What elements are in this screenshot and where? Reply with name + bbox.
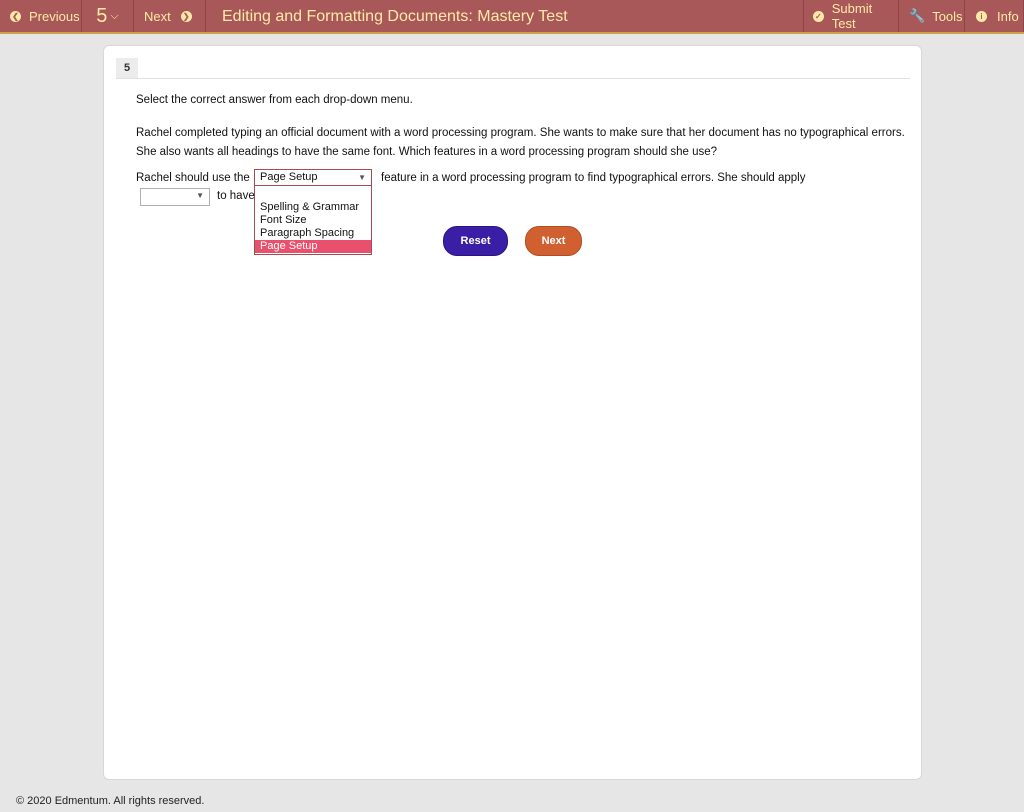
answer-sentence-tail: to have — [217, 190, 255, 202]
top-navigation-bar: ❮ Previous 5 ⌵ Next ❯ Editing and Format… — [0, 0, 1024, 34]
info-label: Info — [997, 8, 1019, 24]
test-title: Editing and Formatting Documents: Master… — [222, 8, 568, 25]
info-circle-icon: i — [976, 10, 987, 22]
chevron-right-circle-icon: ❯ — [180, 10, 192, 22]
chevron-down-icon: ⌵ — [110, 9, 119, 22]
check-circle-icon: ✓ — [813, 10, 824, 22]
question-number-selector[interactable]: 5 ⌵ — [82, 0, 134, 32]
dropdown-option-spelling-grammar[interactable]: Spelling & Grammar — [255, 201, 371, 214]
submit-label: Submit Test — [831, 1, 873, 31]
feature-dropdown-2[interactable]: ▼ — [140, 188, 210, 206]
reset-button[interactable]: Reset — [443, 226, 508, 256]
dropdown-arrow-icon: ▼ — [358, 173, 366, 182]
tab-divider — [116, 78, 910, 79]
question-text-line-1: Rachel completed typing an official docu… — [136, 127, 905, 139]
submit-test-button[interactable]: ✓ Submit Test — [803, 0, 899, 32]
previous-button[interactable]: ❮ Previous — [0, 0, 82, 32]
dropdown-arrow-icon: ▼ — [196, 191, 204, 200]
next-button[interactable]: Next — [525, 226, 582, 256]
question-tab[interactable]: 5 — [116, 58, 138, 78]
info-button[interactable]: i Info — [965, 0, 1024, 32]
previous-label: Previous — [29, 8, 80, 24]
feature-dropdown-1[interactable]: Page Setup ▼ — [254, 169, 372, 186]
answer-sentence-middle: feature in a word processing program to … — [381, 172, 806, 184]
question-number: 5 — [96, 4, 108, 27]
copyright-footer: © 2020 Edmentum. All rights reserved. — [16, 795, 205, 807]
tools-label: Tools — [932, 8, 963, 24]
next-question-button[interactable]: Next ❯ — [134, 0, 206, 32]
question-card: 5 Select the correct answer from each dr… — [103, 45, 922, 780]
answer-sentence-lead: Rachel should use the — [136, 172, 250, 184]
dropdown-option-font-size[interactable]: Font Size — [255, 214, 371, 227]
instruction-text: Select the correct answer from each drop… — [136, 94, 413, 106]
wrench-icon: 🔧 — [909, 8, 926, 23]
next-label: Next — [144, 8, 171, 24]
dropdown-option-page-setup[interactable]: Page Setup — [255, 240, 371, 253]
dropdown-option-paragraph-spacing[interactable]: Paragraph Spacing — [255, 227, 371, 240]
dropdown-1-value: Page Setup — [260, 171, 318, 183]
question-text-line-2: She also wants all headings to have the … — [136, 146, 718, 158]
dropdown-1-options-list: Spelling & Grammar Font Size Paragraph S… — [254, 186, 372, 255]
chevron-left-circle-icon: ❮ — [10, 10, 21, 22]
tools-button[interactable]: 🔧 Tools — [899, 0, 965, 32]
